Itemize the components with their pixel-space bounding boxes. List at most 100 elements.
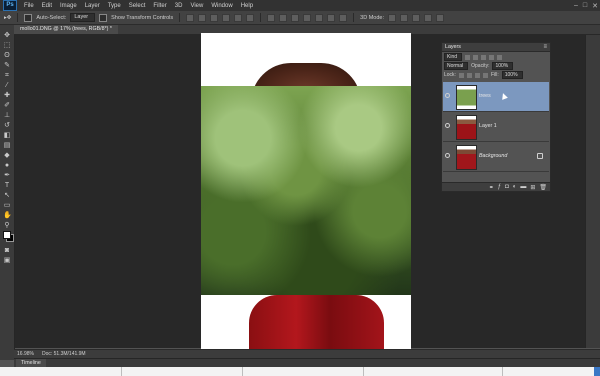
pen-tool-icon[interactable]: ✒ xyxy=(3,172,11,180)
window-controls: – □ ✕ xyxy=(574,0,598,11)
align-right-icon[interactable] xyxy=(246,13,255,22)
auto-select-dropdown[interactable]: Layer xyxy=(70,13,96,22)
menu-bar: Ps File Edit Image Layer Type Select Fil… xyxy=(0,0,600,11)
menu-window[interactable]: Window xyxy=(207,3,236,9)
maximize-button[interactable]: □ xyxy=(583,2,587,9)
gradient-tool-icon[interactable]: ▤ xyxy=(3,142,11,150)
layer-thumbnail xyxy=(456,85,477,110)
adjustment-icon[interactable]: ◐ xyxy=(513,184,517,190)
opacity-field[interactable]: 100% xyxy=(492,62,514,70)
layer-row-layer-1[interactable]: Layer 1 xyxy=(443,112,549,142)
fx-icon[interactable]: ƒ xyxy=(498,184,501,190)
panel-menu-icon[interactable]: ≡ xyxy=(543,43,547,51)
3d-rotate-icon[interactable] xyxy=(388,13,397,22)
distribute-bottom-icon[interactable] xyxy=(291,13,300,22)
taskbar-divider xyxy=(502,367,503,376)
menu-help[interactable]: Help xyxy=(237,3,257,9)
lock-all-icon[interactable] xyxy=(482,72,488,78)
quick-mask-icon[interactable]: ◙ xyxy=(3,247,11,255)
type-tool-icon[interactable]: T xyxy=(3,182,11,190)
marquee-tool-icon[interactable]: ⬚ xyxy=(3,42,11,50)
trash-icon[interactable]: 🗑 xyxy=(539,184,547,191)
distribute-center-icon[interactable] xyxy=(315,13,324,22)
mask-icon[interactable]: ◘ xyxy=(505,184,509,190)
menu-3d[interactable]: 3D xyxy=(171,3,187,9)
quick-select-tool-icon[interactable]: ✎ xyxy=(3,62,11,70)
layer-row-trees[interactable]: trees xyxy=(443,82,549,112)
menu-layer[interactable]: Layer xyxy=(81,3,104,9)
distribute-left-icon[interactable] xyxy=(303,13,312,22)
menu-view[interactable]: View xyxy=(186,3,207,9)
zoom-level[interactable]: 16.98% xyxy=(17,351,34,357)
distribute-middle-icon[interactable] xyxy=(279,13,288,22)
menu-edit[interactable]: Edit xyxy=(38,3,56,9)
filter-adjustment-icon[interactable] xyxy=(473,54,479,60)
crop-tool-icon[interactable]: ⌗ xyxy=(3,72,11,80)
align-bottom-icon[interactable] xyxy=(210,13,219,22)
hand-tool-icon[interactable]: ✋ xyxy=(3,212,12,220)
close-button[interactable]: ✕ xyxy=(592,2,598,10)
doc-size[interactable]: Doc: 51.3M/141.9M xyxy=(42,351,86,357)
filter-smart-object-icon[interactable] xyxy=(497,54,503,60)
align-middle-icon[interactable] xyxy=(198,13,207,22)
kind-filter-dropdown[interactable]: Kind xyxy=(444,53,463,61)
minimize-button[interactable]: – xyxy=(574,2,578,9)
move-tool-icon[interactable]: ▸✥ xyxy=(4,15,11,21)
blur-tool-icon[interactable]: ◆ xyxy=(3,152,11,160)
dodge-tool-icon[interactable]: ● xyxy=(3,162,11,170)
history-brush-tool-icon[interactable]: ↺ xyxy=(3,122,11,130)
filter-type-icon[interactable] xyxy=(481,54,487,60)
healing-brush-tool-icon[interactable]: ✚ xyxy=(3,92,11,100)
fill-field[interactable]: 100% xyxy=(501,71,523,79)
shape-tool-icon[interactable]: ▭ xyxy=(3,202,11,210)
layers-panel-header: Layers ≡ xyxy=(442,43,550,52)
filter-shape-icon[interactable] xyxy=(489,54,495,60)
zoom-tool-icon[interactable]: ⚲ xyxy=(3,222,11,230)
eraser-tool-icon[interactable]: ◧ xyxy=(3,132,11,140)
clone-stamp-tool-icon[interactable]: ⊥ xyxy=(3,112,11,120)
3d-scale-icon[interactable] xyxy=(436,13,445,22)
link-icon[interactable]: ⚭ xyxy=(489,184,494,191)
align-center-icon[interactable] xyxy=(234,13,243,22)
3d-pan-icon[interactable] xyxy=(412,13,421,22)
layers-panel-title[interactable]: Layers xyxy=(445,43,461,51)
blend-mode-dropdown[interactable]: Normal xyxy=(444,62,469,70)
group-icon[interactable]: ▬ xyxy=(520,184,526,190)
3d-roll-icon[interactable] xyxy=(400,13,409,22)
visibility-eye-icon[interactable] xyxy=(445,93,450,98)
menu-file[interactable]: File xyxy=(20,3,38,9)
auto-align-icon[interactable] xyxy=(339,13,348,22)
auto-select-checkbox[interactable] xyxy=(24,13,33,22)
new-layer-icon[interactable]: ⊞ xyxy=(530,184,535,191)
menu-image[interactable]: Image xyxy=(56,3,81,9)
3d-slide-icon[interactable] xyxy=(424,13,433,22)
panel-dock-strip xyxy=(585,35,600,348)
menu-filter[interactable]: Filter xyxy=(149,3,170,9)
align-left-icon[interactable] xyxy=(222,13,231,22)
taskbar xyxy=(0,367,600,376)
document-tab[interactable]: mollo01.DNG @ 17% (trees, RGB/8*) * xyxy=(14,25,118,34)
path-select-tool-icon[interactable]: ↖ xyxy=(3,192,11,200)
move-tool-icon[interactable]: ✥ xyxy=(3,32,11,40)
distribute-top-icon[interactable] xyxy=(267,13,276,22)
show-transform-checkbox[interactable] xyxy=(99,13,108,22)
brush-tool-icon[interactable]: ✐ xyxy=(3,102,11,110)
filter-pixel-icon[interactable] xyxy=(465,54,471,60)
lock-image-icon[interactable] xyxy=(466,72,472,78)
menu-select[interactable]: Select xyxy=(125,3,150,9)
distribute-right-icon[interactable] xyxy=(327,13,336,22)
menu-type[interactable]: Type xyxy=(104,3,125,9)
screen-mode-icon[interactable]: ▣ xyxy=(3,257,11,265)
visibility-eye-icon[interactable] xyxy=(445,153,450,158)
document-canvas[interactable] xyxy=(201,33,411,349)
lasso-tool-icon[interactable]: ʘ xyxy=(3,52,11,60)
3d-mode-label: 3D Mode: xyxy=(360,14,385,21)
lock-transparent-icon[interactable] xyxy=(458,72,464,78)
lock-position-icon[interactable] xyxy=(474,72,480,78)
align-top-icon[interactable] xyxy=(186,13,195,22)
visibility-eye-icon[interactable] xyxy=(445,123,450,128)
eyedropper-tool-icon[interactable]: ⁄ xyxy=(3,82,11,90)
layer-row-background[interactable]: Background xyxy=(443,142,549,172)
lock-icon xyxy=(537,153,543,159)
foreground-color-swatch[interactable] xyxy=(3,231,11,239)
